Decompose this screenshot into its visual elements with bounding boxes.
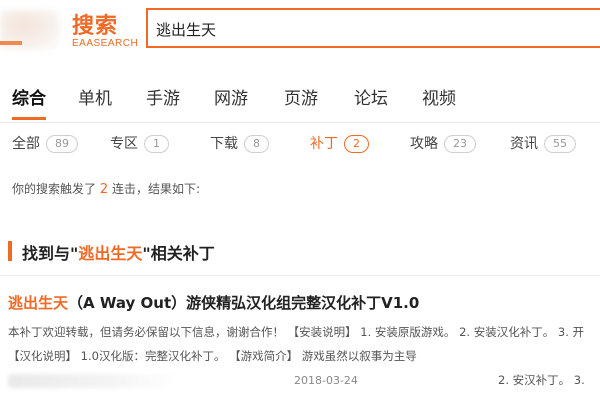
notice-suffix: 连击，结果如下: (111, 182, 200, 196)
result-title-keyword: 逃出生天 (8, 294, 69, 312)
logo-accent-bar (0, 41, 22, 45)
tab-forum[interactable]: 论坛 (354, 82, 388, 118)
filter-patches[interactable]: 补丁 2 (310, 130, 369, 158)
result-date: 2018-03-24 (294, 374, 358, 387)
tab-online-games[interactable]: 网游 (214, 82, 248, 118)
filter-news[interactable]: 资讯 55 (510, 130, 576, 158)
filter-count-badge: 2 (344, 135, 369, 153)
filter-count-badge: 23 (444, 135, 476, 153)
filter-label: 下载 (210, 136, 238, 152)
section-title-prefix: 找到与" (22, 244, 79, 263)
filter-downloads[interactable]: 下载 8 (210, 130, 269, 158)
filter-label: 专区 (110, 136, 138, 152)
search-input[interactable] (154, 10, 588, 48)
filter-count-badge: 8 (244, 135, 269, 153)
tab-mobile-games[interactable]: 手游 (146, 82, 180, 118)
filter-count-badge: 89 (46, 135, 78, 153)
section-accent-bar (8, 241, 12, 261)
filter-label: 补丁 (310, 136, 338, 152)
tab-single-player[interactable]: 单机 (78, 82, 112, 118)
notice-combo-count: 2 (99, 182, 109, 197)
tab-web-games[interactable]: 页游 (284, 82, 318, 118)
notice-prefix: 你的搜索触发了 (12, 182, 97, 196)
filter-label: 资讯 (510, 136, 538, 152)
search-brand-logo[interactable]: 搜索 EAASEARCH (72, 8, 140, 52)
filter-guides[interactable]: 攻略 23 (410, 130, 476, 158)
filter-count-badge: 55 (544, 135, 576, 153)
section-title-keyword: 逃出生天 (78, 244, 143, 263)
filter-all[interactable]: 全部 89 (12, 130, 78, 158)
tab-video[interactable]: 视频 (422, 82, 456, 118)
filter-label: 全部 (12, 136, 40, 152)
tab-all[interactable]: 综合 (12, 82, 46, 120)
result-title-link[interactable]: 逃出生天（A Way Out）游侠精弘汉化组完整汉化补丁V1.0 (8, 292, 419, 313)
search-box (146, 8, 600, 48)
result-description-line-2: 【汉化说明】 1.0汉化版：完整汉化补丁。 【游戏简介】 游戏虽然以叙事为主导 (8, 349, 417, 363)
result-description-overflow: 2. 安汉补丁。 3. (498, 373, 585, 387)
tabs-divider (0, 122, 600, 123)
section-title-suffix: "相关补丁 (142, 244, 215, 263)
filter-zone[interactable]: 专区 1 (110, 130, 169, 158)
result-url-blurred[interactable] (8, 374, 178, 388)
result-description-line-1: 本补丁欢迎转载，但请务必保留以下信息，谢谢合作！ 【安装说明】 1. 安装原版游… (8, 325, 584, 339)
section-title: 找到与"逃出生天"相关补丁 (22, 240, 215, 264)
result-title-rest: （A Way Out）游侠精弘汉化组完整汉化补丁V1.0 (68, 294, 420, 312)
section-divider (0, 275, 600, 276)
main-category-tabs: 综合 单机 手游 网游 页游 论坛 视频 (0, 82, 600, 122)
search-combo-notice: 你的搜索触发了 2 连击，结果如下: (12, 180, 200, 197)
brand-name-en: EAASEARCH (72, 38, 139, 49)
filter-label: 攻略 (410, 136, 438, 152)
header: 搜索 EAASEARCH (0, 0, 600, 60)
result-type-filters: 全部 89 专区 1 下载 8 补丁 2 攻略 23 资讯 55 (0, 130, 600, 158)
result-meta: 2018-03-24 2. 安汉补丁。 3. (8, 372, 600, 392)
filter-count-badge: 1 (144, 135, 169, 153)
brand-name-cn: 搜索 (72, 14, 119, 39)
